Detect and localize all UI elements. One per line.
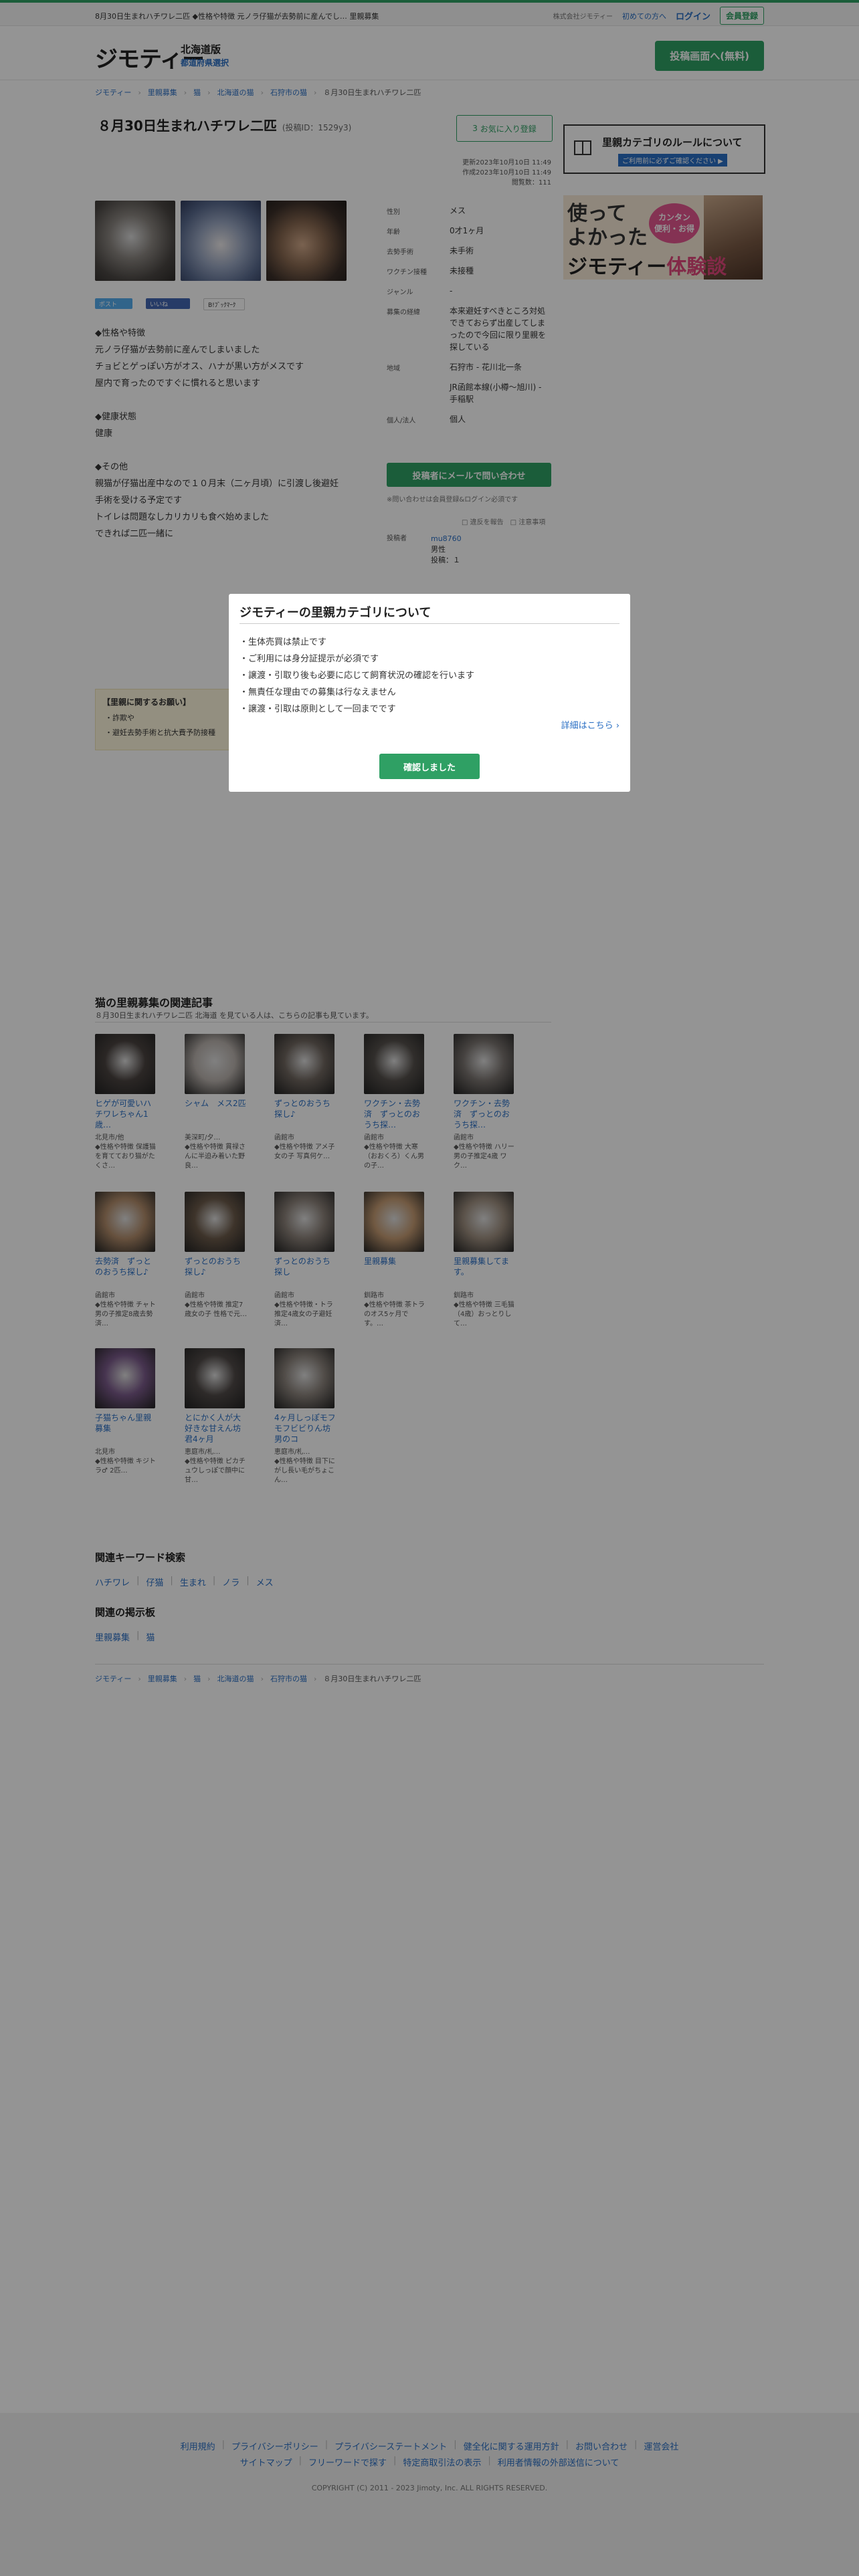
modal-rule-text: ご利用には身分証提示が必須です [248, 654, 379, 664]
modal-rule-item: ・無責任な理由での募集は行なえません [240, 684, 474, 701]
modal-rule-item: ・生体売買は禁止です [240, 634, 474, 651]
confirm-button[interactable]: 確認しました [379, 754, 480, 779]
bullet-icon: ・ [240, 671, 249, 681]
modal-more-link[interactable]: 詳細はこちら › [561, 718, 619, 731]
bullet-icon: ・ [240, 704, 249, 714]
category-rules-modal: ジモティーの里親カテゴリについて ・生体売買は禁止です ・ご利用には身分証提示が必… [229, 594, 630, 792]
bullet-icon: ・ [240, 687, 249, 697]
modal-rule-item: ・譲渡・引取り後も必要に応じて飼育状況の確認を行います [240, 667, 474, 684]
modal-rule-item: ・譲渡・引取は原則として一回までです [240, 701, 474, 718]
modal-rule-text: 譲渡・引取は原則として一回までです [248, 704, 396, 714]
bullet-icon: ・ [240, 654, 249, 664]
modal-overlay[interactable] [0, 0, 859, 2576]
modal-title: ジモティーの里親カテゴリについて [240, 606, 432, 620]
modal-rule-text: 無責任な理由での募集は行なえません [248, 687, 396, 697]
modal-rule-text: 譲渡・引取り後も必要に応じて飼育状況の確認を行います [248, 671, 475, 681]
divider [240, 623, 619, 624]
bullet-icon: ・ [240, 637, 249, 647]
modal-rule-text: 生体売買は禁止です [248, 637, 327, 647]
modal-rule-item: ・ご利用には身分証提示が必須です [240, 651, 474, 667]
modal-rule-list: ・生体売買は禁止です ・ご利用には身分証提示が必須です ・譲渡・引取り後も必要に応じ… [240, 634, 474, 718]
